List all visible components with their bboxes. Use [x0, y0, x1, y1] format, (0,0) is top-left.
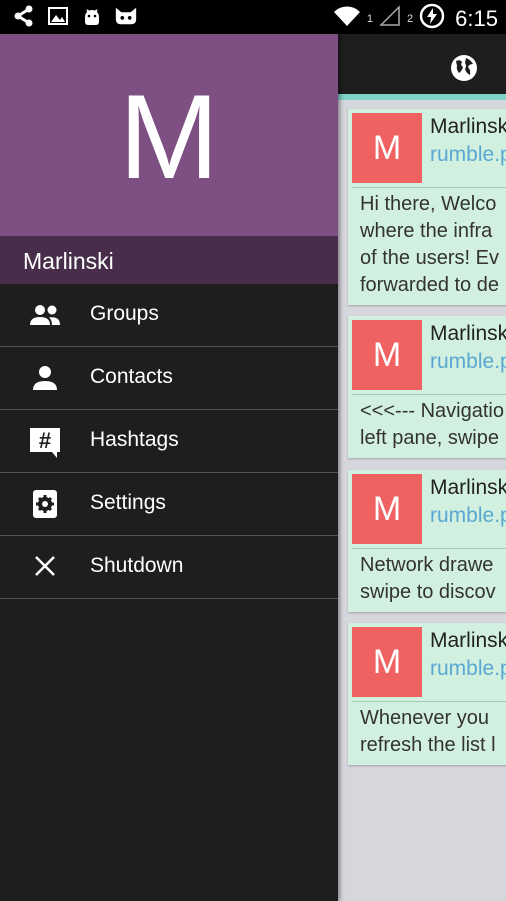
author-handle[interactable]: rumble.p: [430, 143, 506, 167]
menu-label: Contacts: [90, 365, 173, 388]
author-name: Marlinski: [430, 322, 506, 345]
message-line: where the infra: [360, 220, 493, 242]
profile-name-bar[interactable]: Marlinski: [0, 236, 338, 284]
divider: [352, 394, 506, 395]
cat-icon: [114, 4, 138, 28]
menu-label: Settings: [90, 491, 166, 514]
menu-item-settings[interactable]: Settings: [0, 473, 338, 536]
username: Marlinski: [23, 248, 114, 274]
menu-item-shutdown[interactable]: Shutdown: [0, 536, 338, 599]
menu-label: Groups: [90, 302, 159, 325]
image-icon: [46, 4, 70, 28]
avatar: M: [352, 113, 422, 183]
group-icon: [29, 301, 61, 329]
globe-icon[interactable]: [450, 54, 478, 82]
author-name: Marlinski: [430, 629, 506, 652]
avatar: M: [352, 627, 422, 697]
message-line: of the users! Ev: [360, 247, 499, 269]
author-handle[interactable]: rumble.p: [430, 504, 506, 528]
author-handle[interactable]: rumble.p: [430, 350, 506, 374]
hashtag-icon: #: [29, 427, 61, 458]
message-card[interactable]: M Marlinski rumble.p Network drawe swipe…: [348, 470, 506, 612]
message-card[interactable]: M Marlinski rumble.p Hi there, Welco whe…: [348, 109, 506, 305]
person-icon: [29, 364, 61, 392]
signal-badge-1: 1: [366, 12, 374, 25]
menu-item-contacts[interactable]: Contacts: [0, 347, 338, 410]
clock: 6:15: [455, 5, 498, 31]
message-feed[interactable]: M Marlinski rumble.p Hi there, Welco whe…: [338, 34, 506, 901]
app-bar-accent: [338, 94, 506, 100]
message-text: <<<--- Navigatio left pane, swipe: [360, 398, 506, 452]
message-line: Whenever you: [360, 707, 489, 729]
avatar: M: [352, 320, 422, 390]
author-name: Marlinski: [430, 115, 506, 138]
android-icon: [80, 4, 104, 28]
profile-initial: M: [119, 70, 219, 204]
drawer-header: M: [0, 34, 338, 236]
message-line: forwarded to de: [360, 274, 499, 296]
menu-label: Shutdown: [90, 554, 184, 577]
message-card[interactable]: M Marlinski rumble.p Whenever you refres…: [348, 623, 506, 765]
author-handle[interactable]: rumble.p: [430, 657, 506, 681]
drawer-menu: Groups Contacts # Hashtags Settings Shut…: [0, 284, 338, 599]
message-line: swipe to discov: [360, 581, 496, 603]
status-bar: 1 2 6:15: [0, 0, 506, 34]
signal-icon: [379, 5, 401, 32]
app-bar: [338, 34, 506, 94]
battery-charging-icon: [419, 3, 445, 34]
navigation-drawer[interactable]: M Marlinski Groups Contacts # Hashtags S…: [0, 34, 338, 901]
message-text: Hi there, Welco where the infra of the u…: [360, 191, 506, 299]
message-line: Hi there, Welco: [360, 193, 497, 215]
signal-badge-2: 2: [407, 12, 414, 25]
menu-item-hashtags[interactable]: # Hashtags: [0, 410, 338, 473]
message-line: Network drawe: [360, 554, 494, 576]
message-line: left pane, swipe: [360, 427, 499, 449]
message-text: Whenever you refresh the list l: [360, 705, 506, 759]
message-text: Network drawe swipe to discov: [360, 552, 506, 606]
divider: [352, 187, 506, 188]
message-card[interactable]: M Marlinski rumble.p <<<--- Navigatio le…: [348, 316, 506, 458]
message-line: <<<--- Navigatio: [360, 400, 504, 422]
avatar: M: [352, 474, 422, 544]
wifi-icon: [333, 5, 361, 32]
author-name: Marlinski: [430, 476, 506, 499]
settings-icon: [29, 490, 61, 518]
share-icon: [12, 4, 36, 28]
message-line: refresh the list l: [360, 734, 496, 756]
divider: [352, 701, 506, 702]
menu-label: Hashtags: [90, 428, 179, 451]
menu-item-groups[interactable]: Groups: [0, 284, 338, 347]
svg-text:#: #: [39, 428, 51, 453]
divider: [352, 548, 506, 549]
close-icon: [29, 553, 61, 581]
